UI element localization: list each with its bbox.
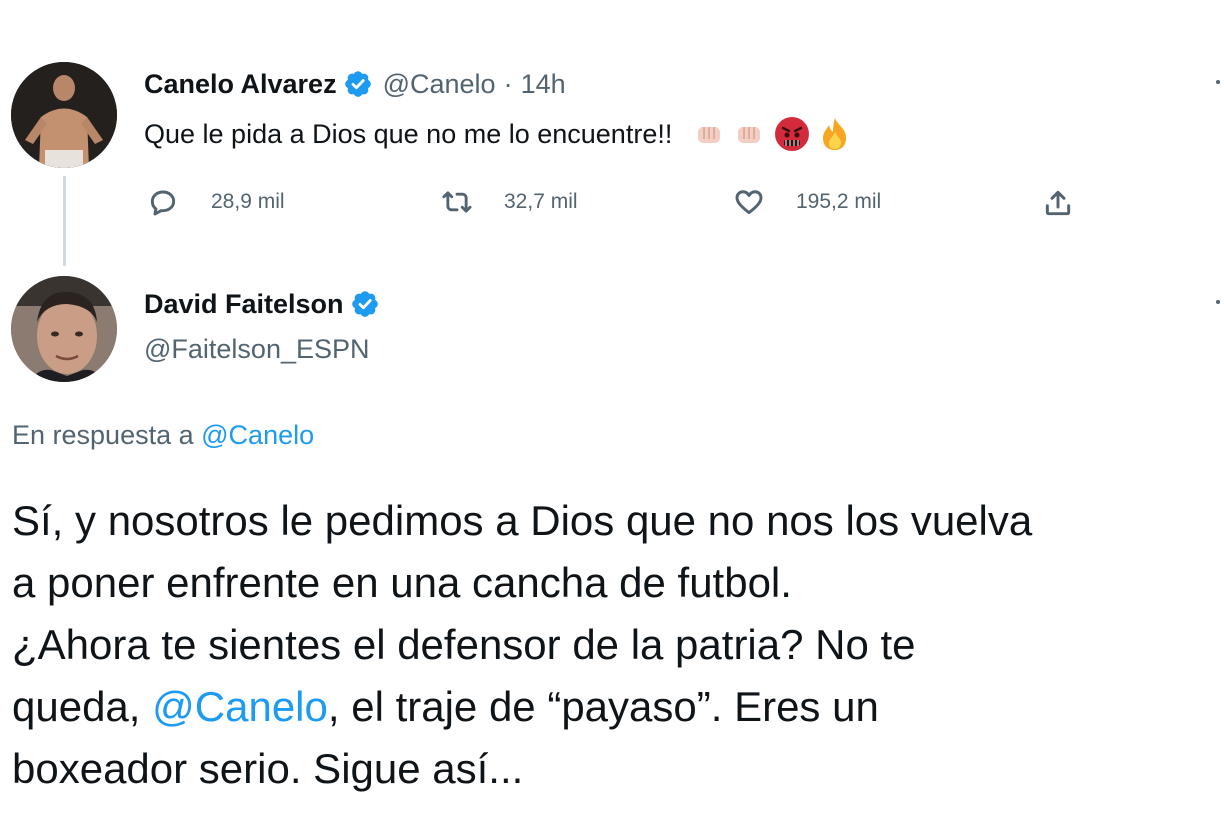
avatar-faitelson-image [11,276,117,382]
tweet-body-line: ¿Ahora te sientes el defensor de la patr… [12,621,916,668]
avatar-canelo-image [11,62,117,168]
heart-icon [735,190,763,215]
fist-emoji-icon [738,127,761,143]
reply-button[interactable]: 28,9 mil [147,186,285,218]
more-options-icon[interactable] [1216,300,1224,308]
like-count: 195,2 mil [796,190,882,213]
retweet-count: 32,7 mil [504,190,578,213]
angry-face-emoji-icon [775,117,810,151]
verified-badge-icon [344,71,371,97]
reply-count: 28,9 mil [211,190,285,213]
more-options-icon[interactable] [1216,80,1224,88]
tweet-text-canelo: Que le pida a Dios que no me lo encuentr… [144,118,673,149]
tweet-body-line: queda, @Canelo, el traje de “payaso”. Er… [12,676,1224,738]
share-icon [1045,190,1071,216]
tweet-body-line: Sí, y nosotros le pedimos a Dios que no … [12,497,1033,544]
thread-connector-line [63,176,66,266]
fire-emoji-icon [823,118,847,150]
tweet-time[interactable]: 14h [521,69,566,100]
separator-dot: · [503,68,513,99]
avatar-canelo[interactable] [11,62,117,168]
like-button[interactable]: 195,2 mil [732,186,881,218]
display-name-canelo[interactable]: Canelo Alvarez [144,69,337,100]
tweet-body-line: a poner enfrente en una cancha de futbol… [12,559,792,606]
tweet-body-line: boxeador serio. Sigue así... [12,745,524,792]
reply-prefix: En respuesta a [12,420,194,450]
fist-emoji-icon [698,127,721,143]
tweet-body-text: queda, [12,683,153,730]
tweet-body-faitelson: Sí, y nosotros le pedimos a Dios que no … [12,490,1224,800]
handle-canelo[interactable]: @Canelo [383,69,496,100]
mention-link-canelo[interactable]: @Canelo [152,683,328,730]
display-name-faitelson[interactable]: David Faitelson [144,289,344,320]
avatar-faitelson[interactable] [11,276,117,382]
reply-context: En respuesta a @Canelo [12,420,314,451]
retweet-button[interactable]: 32,7 mil [440,186,578,218]
retweet-icon [442,191,472,213]
share-button[interactable] [1042,186,1074,225]
handle-faitelson[interactable]: @Faitelson_ESPN [144,334,370,365]
tweet-body-text: , el traje de “payaso”. Eres un [327,683,879,730]
reply-to-mention-link[interactable]: @Canelo [201,420,314,450]
verified-badge-icon [351,291,378,317]
reply-icon [150,190,176,216]
